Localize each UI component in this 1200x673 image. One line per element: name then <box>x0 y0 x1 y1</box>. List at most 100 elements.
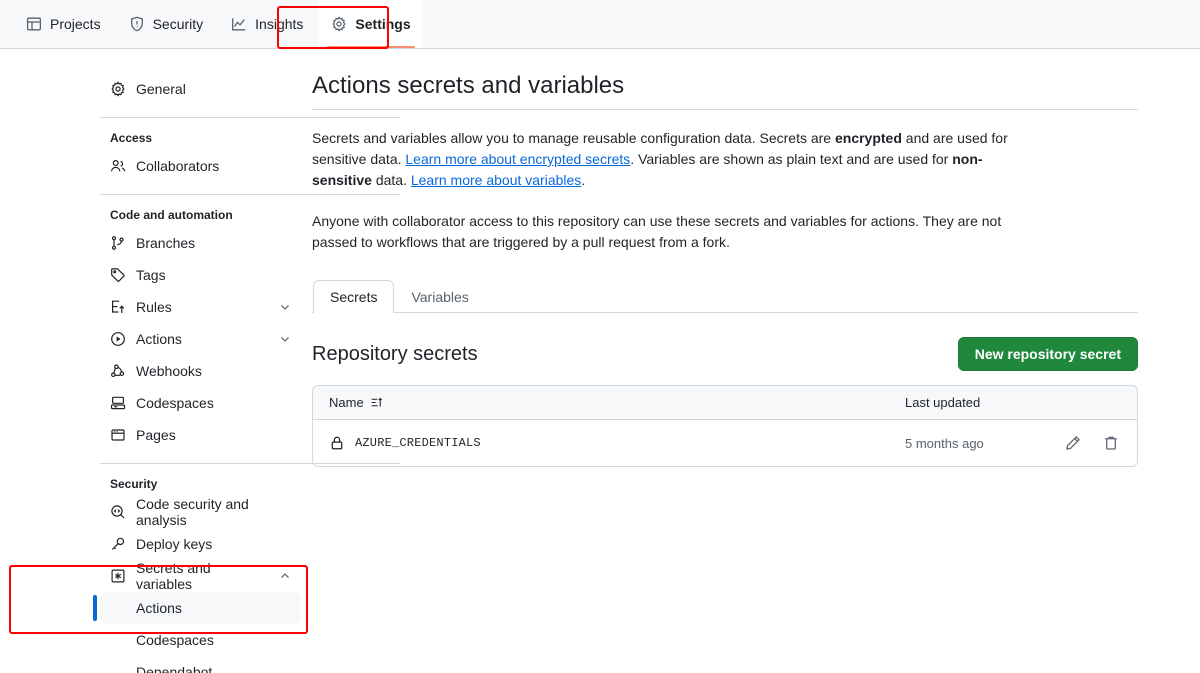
cell-row-actions <box>1033 433 1121 453</box>
sidebar-item-webhooks[interactable]: Webhooks <box>100 355 300 387</box>
sidebar-group-access: Access Collaborators <box>100 132 300 182</box>
play-circle-icon <box>110 331 126 347</box>
intro-text-3: . Variables are shown as plain text and … <box>630 151 952 167</box>
sidebar-item-label: Code security and analysis <box>136 496 292 528</box>
repo-nav: Projects Security Insights Setti <box>0 0 1200 49</box>
sidebar-subitem-label: Dependabot <box>136 664 292 673</box>
secrets-variables-tablist: Secrets Variables <box>312 279 1138 313</box>
sidebar-general-group: General <box>100 73 300 105</box>
sidebar-item-label: Tags <box>136 267 292 283</box>
projects-table-icon <box>26 16 42 32</box>
learn-more-variables-link[interactable]: Learn more about variables <box>411 172 581 188</box>
asterisk-box-icon <box>110 568 126 584</box>
sidebar-group-code-automation: Code and automation Branches <box>100 209 300 451</box>
sidebar-section-title: Code and automation <box>100 209 300 221</box>
sidebar-item-label: Pages <box>136 427 292 443</box>
gear-icon <box>331 16 347 32</box>
graph-line-icon <box>231 16 247 32</box>
codespaces-icon <box>110 395 126 411</box>
sidebar-item-label: Rules <box>136 299 268 315</box>
sidebar-item-code-security-and-analysis[interactable]: Code security and analysis <box>100 496 300 528</box>
sidebar-divider <box>100 117 400 118</box>
sidebar-group-security: Security Code security and analysis <box>100 478 300 673</box>
gear-icon <box>110 81 126 97</box>
chevron-up-icon[interactable] <box>278 569 292 583</box>
git-branch-icon <box>110 235 126 251</box>
sidebar-divider <box>100 463 400 464</box>
new-repository-secret-button[interactable]: New repository secret <box>958 337 1138 371</box>
cell-last-updated: 5 months ago <box>873 436 1033 451</box>
tab-label: Secrets <box>330 289 377 305</box>
cell-secret-name: AZURE_CREDENTIALS <box>329 435 873 451</box>
repository-secrets-header: Repository secrets New repository secret <box>312 337 1138 371</box>
shield-alert-icon <box>129 16 145 32</box>
secrets-table: Name Last updated <box>312 385 1138 467</box>
column-header-last-updated: Last updated <box>873 395 1033 410</box>
chevron-down-icon[interactable] <box>278 332 292 346</box>
sidebar-item-label: General <box>136 81 292 97</box>
rules-icon <box>110 299 126 315</box>
intro-paragraph-1: Secrets and variables allow you to manag… <box>312 128 1040 191</box>
nav-item-projects[interactable]: Projects <box>14 0 113 48</box>
sidebar-item-label: Webhooks <box>136 363 292 379</box>
sort-ascending-icon[interactable] <box>370 396 383 409</box>
pencil-icon[interactable] <box>1063 433 1083 453</box>
sidebar-item-secrets-and-variables[interactable]: Secrets and variables <box>100 560 300 592</box>
sidebar-section-title: Access <box>100 132 300 144</box>
tag-icon <box>110 267 126 283</box>
column-header-label: Name <box>329 395 364 410</box>
table-row: AZURE_CREDENTIALS 5 months ago <box>313 420 1137 466</box>
sidebar-section-title: Security <box>100 478 300 490</box>
sidebar-item-label: Branches <box>136 235 292 251</box>
sidebar-item-label: Codespaces <box>136 395 292 411</box>
webhook-icon <box>110 363 126 379</box>
sidebar-subitem-actions[interactable]: Actions <box>100 592 300 624</box>
learn-more-encrypted-secrets-link[interactable]: Learn more about encrypted secrets <box>405 151 630 167</box>
intro-text-5: . <box>581 172 585 188</box>
lock-icon <box>329 435 345 451</box>
sidebar-item-label: Collaborators <box>136 158 292 174</box>
sidebar-item-codespaces[interactable]: Codespaces <box>100 387 300 419</box>
sidebar-subitem-codespaces[interactable]: Codespaces <box>100 624 300 656</box>
encrypted-emphasis: encrypted <box>835 130 902 146</box>
sidebar-item-general[interactable]: General <box>100 73 300 105</box>
secret-name-label: AZURE_CREDENTIALS <box>355 436 481 450</box>
sidebar-item-label: Deploy keys <box>136 536 292 552</box>
intro-paragraph-2: Anyone with collaborator access to this … <box>312 211 1040 253</box>
page-body: General Access Collaborators <box>0 49 1200 673</box>
sidebar-item-label: Secrets and variables <box>136 560 268 592</box>
chevron-down-icon[interactable] <box>278 300 292 314</box>
people-icon <box>110 158 126 174</box>
nav-item-label: Insights <box>255 16 303 32</box>
sidebar-item-collaborators[interactable]: Collaborators <box>100 150 300 182</box>
intro-text-1: Secrets and variables allow you to manag… <box>312 130 835 146</box>
sidebar-item-tags[interactable]: Tags <box>100 259 300 291</box>
sidebar-item-pages[interactable]: Pages <box>100 419 300 451</box>
nav-item-label: Security <box>153 16 204 32</box>
column-header-name[interactable]: Name <box>329 395 873 410</box>
nav-item-insights[interactable]: Insights <box>219 0 315 48</box>
sidebar-item-branches[interactable]: Branches <box>100 227 300 259</box>
tab-label: Variables <box>411 289 468 305</box>
sidebar-divider <box>100 194 400 195</box>
settings-sidebar: General Access Collaborators <box>0 49 300 673</box>
sidebar-subitem-dependabot[interactable]: Dependabot <box>100 656 300 673</box>
table-header-row: Name Last updated <box>313 386 1137 420</box>
title-divider <box>312 109 1138 110</box>
tab-variables[interactable]: Variables <box>394 280 485 313</box>
sidebar-item-label: Actions <box>136 331 268 347</box>
sidebar-item-deploy-keys[interactable]: Deploy keys <box>100 528 300 560</box>
intro-text-4: data. <box>372 172 411 188</box>
key-icon <box>110 536 126 552</box>
sidebar-subitem-label: Actions <box>136 600 292 616</box>
nav-item-security[interactable]: Security <box>117 0 216 48</box>
trash-icon[interactable] <box>1101 433 1121 453</box>
code-scan-icon <box>110 504 126 520</box>
nav-item-label: Settings <box>355 16 410 32</box>
nav-item-settings[interactable]: Settings <box>319 0 422 48</box>
sidebar-item-rules[interactable]: Rules <box>100 291 300 323</box>
tab-secrets[interactable]: Secrets <box>313 280 394 313</box>
sidebar-item-actions[interactable]: Actions <box>100 323 300 355</box>
section-title: Repository secrets <box>312 343 478 366</box>
page-title: Actions secrets and variables <box>312 71 1138 101</box>
